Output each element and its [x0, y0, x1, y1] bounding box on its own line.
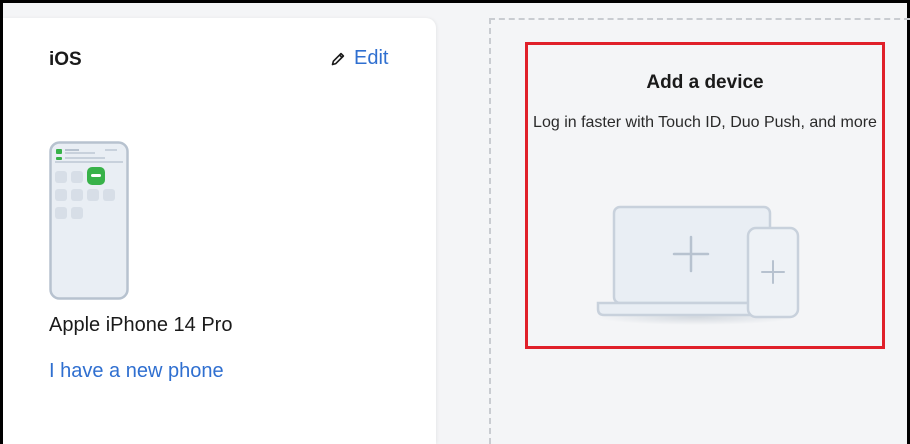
device-os-title: iOS [49, 49, 82, 70]
new-phone-link[interactable]: I have a new phone [49, 360, 224, 383]
add-device-illustration[interactable] [596, 197, 806, 330]
add-device-description: Log in faster with Touch ID, Duo Push, a… [533, 114, 877, 131]
edit-button[interactable]: Edit [330, 47, 388, 70]
edit-label: Edit [354, 47, 389, 69]
push-notification-badge-icon [87, 167, 105, 185]
add-device-title: Add a device [646, 72, 764, 93]
device-model-name: Apple iPhone 14 Pro [49, 314, 233, 336]
pencil-icon [330, 51, 346, 67]
phone-thumbnail [49, 141, 131, 306]
phone-plus-icon [746, 226, 800, 319]
